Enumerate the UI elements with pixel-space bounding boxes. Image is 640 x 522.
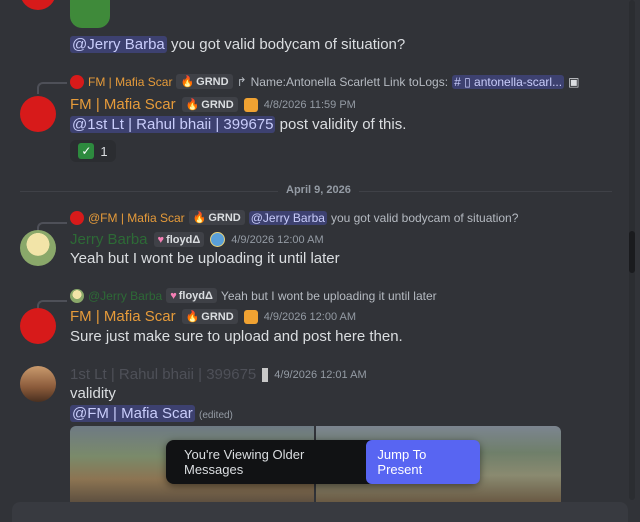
message-text: validity <box>70 385 116 402</box>
message-input-bar[interactable] <box>12 502 628 522</box>
image-icon: ▣ <box>568 74 580 89</box>
reply-avatar <box>70 288 84 303</box>
message-text: Yeah but I wont be uploading it until la… <box>70 250 340 267</box>
banner-text: You're Viewing Older Messages <box>184 447 305 477</box>
author-name[interactable]: FM | Mafia Scar <box>70 96 176 113</box>
pepe-sticker <box>70 0 110 28</box>
guild-tag: 🔥 GRND <box>188 210 245 225</box>
timestamp[interactable]: 4/8/2026 11:59 PM <box>264 99 356 111</box>
reaction[interactable]: ✓ 1 <box>70 140 116 162</box>
reply-preview[interactable]: FM | Mafia Scar 🔥 GRND ↱ Name:Antonella S… <box>70 74 579 89</box>
avatar[interactable] <box>20 366 56 402</box>
reply-text: Name:Antonella Scarlett Link toLogs: <box>250 74 449 89</box>
scrollbar-thumb[interactable] <box>629 231 635 273</box>
message-header: FM | Mafia Scar 🔥 GRND 4/9/2026 12:00 AM <box>70 308 356 325</box>
timestamp[interactable]: 4/9/2026 12:01 AM <box>274 369 366 381</box>
avatar[interactable] <box>20 96 56 132</box>
author-name[interactable]: 1st Lt | Rahul bhaii | 399675 <box>70 366 256 383</box>
avatar[interactable] <box>20 308 56 344</box>
user-mention[interactable]: @Jerry Barba <box>248 210 327 225</box>
channel-mention[interactable]: # ▯ antonella-scarl... <box>452 74 565 89</box>
reply-connector <box>37 82 67 94</box>
reaction-count: 1 <box>100 143 108 159</box>
reply-avatar <box>70 74 84 89</box>
avatar[interactable] <box>20 0 56 10</box>
timestamp[interactable]: 4/9/2026 12:00 AM <box>231 234 323 246</box>
reply-author[interactable]: FM | Mafia Scar <box>88 75 172 89</box>
message-text: you got valid bodycam of situation? <box>170 36 406 53</box>
hash-icon: # ▯ <box>454 74 475 89</box>
message-content: @1st Lt | Rahul bhaii | 399675 post vali… <box>70 116 406 133</box>
user-mention[interactable]: @Jerry Barba <box>70 36 167 53</box>
guild-tag: ♥ floydΔ <box>153 232 205 247</box>
user-mention[interactable]: @FM | Mafia Scar <box>70 405 195 422</box>
guild-tag: 🔥 GRND <box>181 309 238 324</box>
edited-label: (edited) <box>198 410 233 421</box>
role-icon <box>243 309 258 324</box>
older-messages-banner: You're Viewing Older Messages Jump To Pr… <box>166 440 480 484</box>
role-icon <box>262 367 269 382</box>
role-icon <box>210 232 226 247</box>
message-content: @Jerry Barba you got valid bodycam of si… <box>70 36 405 53</box>
user-mention[interactable]: @1st Lt | Rahul bhaii | 399675 <box>70 116 276 133</box>
role-icon <box>243 97 258 112</box>
guild-tag: 🔥 GRND <box>176 74 233 89</box>
guild-tag: 🔥 GRND <box>181 97 238 112</box>
message-header: Jerry Barba ♥ floydΔ 4/9/2026 12:00 AM <box>70 231 324 248</box>
reply-preview[interactable]: @Jerry Barba ♥ floydΔ Yeah but I wont be … <box>70 288 437 303</box>
message-header: FM | Mafia Scar 🔥 GRND 4/8/2026 11:59 PM <box>70 96 356 113</box>
reply-text: you got valid bodycam of situation? <box>330 210 519 225</box>
check-mark-icon: ✓ <box>78 143 95 159</box>
date-divider: April 9, 2026 <box>278 184 359 196</box>
reply-author[interactable]: @Jerry Barba <box>88 289 162 303</box>
avatar[interactable] <box>20 230 56 266</box>
reply-text: Yeah but I wont be uploading it until la… <box>220 288 437 303</box>
author-name[interactable]: Jerry Barba <box>70 231 148 248</box>
timestamp[interactable]: 4/9/2026 12:00 AM <box>264 311 356 323</box>
forward-icon: ↱ <box>236 74 247 89</box>
reply-preview[interactable]: @FM | Mafia Scar 🔥 GRND @Jerry Barba you … <box>70 210 518 225</box>
message-content: @FM | Mafia Scar (edited) <box>70 405 233 422</box>
guild-tag: ♥ floydΔ <box>166 288 217 303</box>
message-header: 1st Lt | Rahul bhaii | 399675 4/9/2026 1… <box>70 366 367 383</box>
message-text: Sure just make sure to upload and post h… <box>70 328 403 345</box>
reply-avatar <box>70 210 84 225</box>
reply-author[interactable]: @FM | Mafia Scar <box>88 211 185 225</box>
message-text: post validity of this. <box>279 116 407 133</box>
author-name[interactable]: FM | Mafia Scar <box>70 308 176 325</box>
jump-to-present-button[interactable]: Jump To Present <box>366 440 480 484</box>
